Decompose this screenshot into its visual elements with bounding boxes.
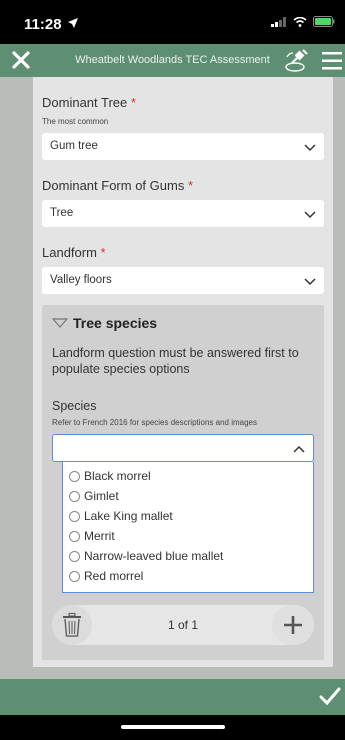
dominant-tree-label: Dominant Tree *: [42, 95, 136, 110]
gps-icon[interactable]: [283, 47, 313, 75]
form-card: Dominant Tree * The most common Gum tree…: [33, 77, 333, 667]
status-bar: 11:28: [0, 0, 345, 44]
home-indicator[interactable]: [121, 725, 225, 729]
species-option[interactable]: Merrit: [69, 527, 115, 545]
radio-icon: [69, 550, 80, 562]
signal-icon: [271, 16, 286, 27]
species-option[interactable]: Gimlet: [69, 487, 119, 505]
species-option[interactable]: Narrow-leaved blue mallet: [69, 547, 223, 565]
wifi-icon: [293, 16, 307, 27]
landform-label: Landform *: [42, 245, 106, 260]
bottom-toolbar: [0, 679, 345, 715]
dominant-form-label: Dominant Form of Gums *: [42, 178, 194, 193]
dominant-tree-hint: The most common: [42, 117, 109, 126]
tree-species-note: Landform question must be answered first…: [52, 346, 299, 376]
radio-icon: [69, 510, 80, 522]
species-dropdown: Black morrel Gimlet Lake King mallet Mer…: [62, 462, 314, 593]
dominant-form-value: Tree: [50, 207, 74, 219]
species-option[interactable]: Black morrel: [69, 467, 151, 485]
home-strip: [0, 715, 345, 740]
tree-species-title[interactable]: Tree species: [73, 315, 157, 331]
collapse-triangle-icon[interactable]: [52, 317, 68, 329]
tree-species-panel: Tree species Landform question must be a…: [42, 305, 324, 660]
dominant-tree-select[interactable]: Gum tree: [42, 133, 324, 160]
status-icons: [271, 16, 335, 27]
app-header: Wheatbelt Woodlands TEC Assessment: [0, 44, 345, 77]
landform-value: Valley floors: [50, 274, 112, 286]
radio-icon: [69, 530, 80, 542]
species-label: Species: [52, 399, 97, 413]
species-option[interactable]: Lake King mallet: [69, 507, 173, 525]
dominant-form-select[interactable]: Tree: [42, 200, 324, 227]
repeat-pager: 1 of 1: [52, 605, 314, 645]
dominant-tree-value: Gum tree: [50, 140, 98, 152]
chevron-down-icon: [304, 144, 316, 152]
status-time: 11:28: [24, 16, 62, 33]
location-arrow-icon: [68, 18, 78, 28]
menu-icon[interactable]: [320, 49, 344, 73]
form-content: Dominant Tree * The most common Gum tree…: [0, 77, 345, 679]
radio-icon: [69, 470, 80, 482]
landform-select[interactable]: Valley floors: [42, 267, 324, 294]
species-option[interactable]: Red morrel: [69, 567, 143, 585]
chevron-down-icon: [304, 211, 316, 219]
chevron-down-icon: [304, 278, 316, 286]
chevron-up-icon: [293, 445, 305, 453]
add-button[interactable]: [272, 605, 314, 645]
checkmark-icon[interactable]: [319, 685, 341, 707]
species-select[interactable]: [52, 434, 314, 462]
plus-icon: [284, 616, 302, 634]
species-hint: Refer to French 2016 for species descrip…: [52, 418, 257, 427]
radio-icon: [69, 490, 80, 502]
battery-icon: [313, 16, 335, 27]
radio-icon: [69, 570, 80, 582]
